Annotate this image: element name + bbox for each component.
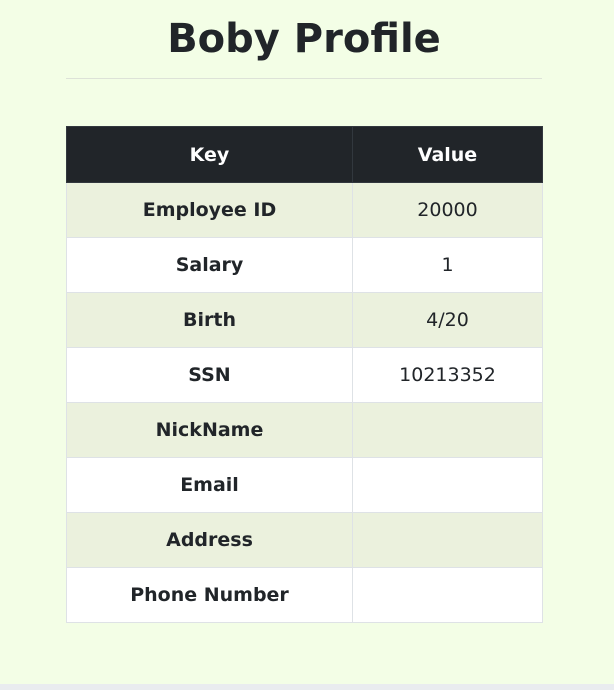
- row-value-salary: 1: [352, 237, 543, 293]
- column-header-value: Value: [352, 126, 543, 183]
- horizontal-scrollbar[interactable]: [0, 684, 614, 690]
- row-value-phone-number: [352, 567, 543, 623]
- row-key-address: Address: [66, 512, 353, 568]
- table-row: Phone Number: [66, 567, 543, 623]
- table-row: Address: [66, 512, 543, 568]
- row-key-phone-number: Phone Number: [66, 567, 353, 623]
- table-row: Employee ID 20000: [66, 182, 543, 238]
- table-header-row: Key Value: [66, 126, 543, 183]
- row-key-birth: Birth: [66, 292, 353, 348]
- row-value-address: [352, 512, 543, 568]
- table-row: Salary 1: [66, 237, 543, 293]
- column-header-key: Key: [66, 126, 353, 183]
- page-title: Boby Profile: [167, 16, 441, 62]
- table-row: Email: [66, 457, 543, 513]
- row-value-ssn: 10213352: [352, 347, 543, 403]
- row-key-employee-id: Employee ID: [66, 182, 353, 238]
- row-value-birth: 4/20: [352, 292, 543, 348]
- table-row: NickName: [66, 402, 543, 458]
- row-value-employee-id: 20000: [352, 182, 543, 238]
- row-value-email: [352, 457, 543, 513]
- table-row: SSN 10213352: [66, 347, 543, 403]
- row-key-nickname: NickName: [66, 402, 353, 458]
- row-value-nickname: [352, 402, 543, 458]
- row-key-salary: Salary: [66, 237, 353, 293]
- profile-table: Key Value Employee ID 20000 Salary 1 Bir…: [66, 126, 543, 623]
- title-divider: [66, 78, 542, 79]
- row-key-ssn: SSN: [66, 347, 353, 403]
- row-key-email: Email: [66, 457, 353, 513]
- table-row: Birth 4/20: [66, 292, 543, 348]
